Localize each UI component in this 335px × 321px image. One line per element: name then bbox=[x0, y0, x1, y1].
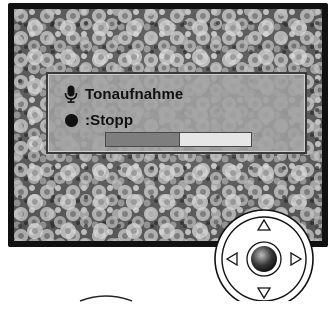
camera-controller-dial[interactable] bbox=[210, 205, 318, 301]
dialog-title: Tonaufnahme bbox=[85, 85, 184, 103]
recording-progress-bar bbox=[105, 132, 252, 147]
center-button[interactable] bbox=[246, 241, 282, 277]
dialog-title-row: Tonaufnahme bbox=[64, 84, 183, 104]
sound-recording-dialog: Tonaufnahme :Stopp bbox=[46, 72, 307, 154]
dialog-status-row: :Stopp bbox=[64, 110, 133, 130]
recording-status: :Stopp bbox=[85, 111, 134, 129]
microphone-icon bbox=[64, 85, 78, 103]
recording-progress-fill bbox=[106, 133, 180, 146]
decorative-arc bbox=[79, 295, 133, 302]
record-dot-icon bbox=[65, 113, 78, 127]
